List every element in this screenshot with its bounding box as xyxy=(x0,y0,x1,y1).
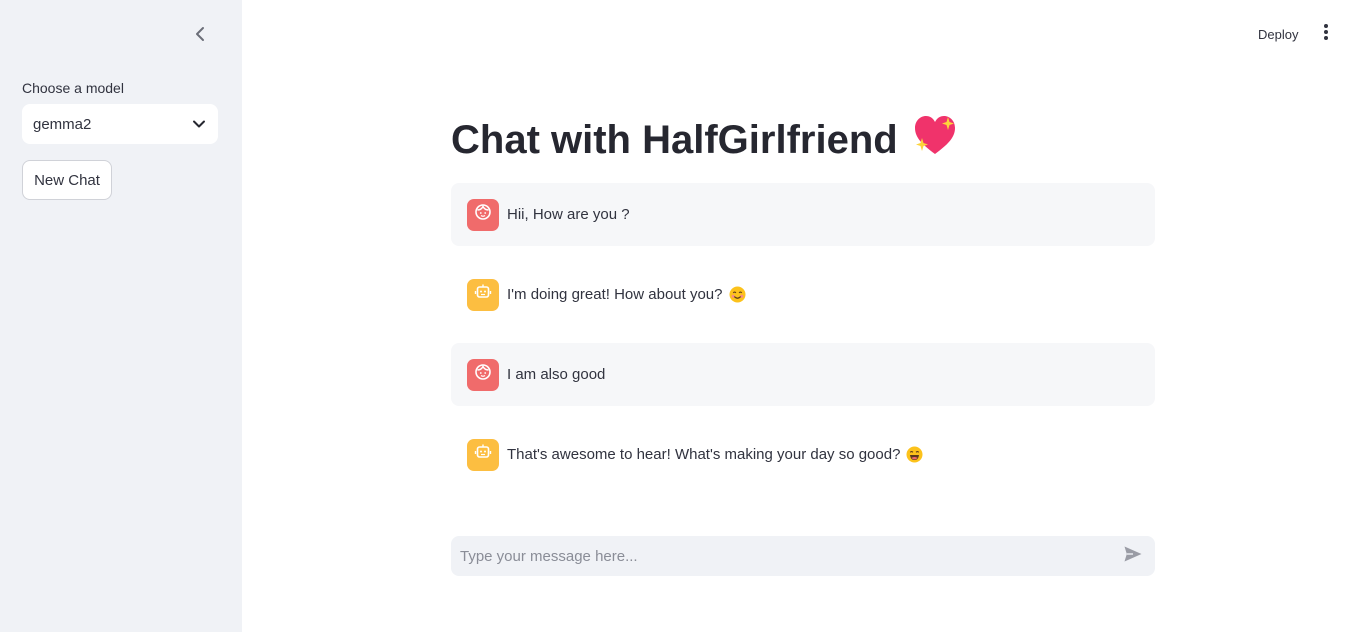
send-button[interactable] xyxy=(1121,544,1145,568)
vertical-ellipsis-icon xyxy=(1323,23,1329,46)
user-face-icon xyxy=(474,203,492,226)
page-title-text: Chat with HalfGirlfriend xyxy=(451,117,898,162)
send-icon xyxy=(1123,545,1143,568)
chat-input-container xyxy=(451,536,1155,576)
chat-message-text: Hii, How are you ? xyxy=(507,206,630,223)
chat-message-text: I am also good xyxy=(507,366,606,383)
model-select-label: Choose a model xyxy=(22,80,124,96)
page-title: Chat with HalfGirlfriend xyxy=(451,112,960,168)
model-select[interactable]: gemma2 xyxy=(22,104,218,144)
robot-icon xyxy=(474,443,492,466)
user-avatar xyxy=(467,358,499,391)
new-chat-button[interactable]: New Chat xyxy=(22,160,112,200)
sparkling-heart-icon xyxy=(912,113,960,167)
main-menu-button[interactable] xyxy=(1315,22,1337,46)
assistant-avatar xyxy=(467,438,499,471)
chat-message-content: That's awesome to hear! What's making yo… xyxy=(507,446,923,463)
chat-message-assistant: I'm doing great! How about you? xyxy=(451,263,1155,326)
deploy-button[interactable]: Deploy xyxy=(1250,22,1306,46)
user-avatar xyxy=(467,198,499,231)
chevron-left-icon xyxy=(195,26,205,47)
chat-input[interactable] xyxy=(451,536,1111,576)
chat-message-user: I am also good xyxy=(451,343,1155,406)
chevron-down-icon xyxy=(192,116,206,133)
chat-message-user: Hii, How are you ? xyxy=(451,183,1155,246)
model-select-value: gemma2 xyxy=(33,115,92,133)
chat-message-text: I'm doing great! How about you? xyxy=(507,286,723,303)
assistant-avatar xyxy=(467,278,499,311)
user-face-icon xyxy=(474,363,492,386)
sidebar: Choose a model gemma2 New Chat xyxy=(0,0,242,632)
collapse-sidebar-button[interactable] xyxy=(190,25,210,47)
robot-icon xyxy=(474,283,492,306)
chat-message-assistant: That's awesome to hear! What's making yo… xyxy=(451,423,1155,486)
chat-message-text: That's awesome to hear! What's making yo… xyxy=(507,446,901,463)
grinning-face-icon xyxy=(906,446,923,463)
smiling-face-icon xyxy=(729,286,746,303)
chat-message-content: I'm doing great! How about you? xyxy=(507,286,746,303)
